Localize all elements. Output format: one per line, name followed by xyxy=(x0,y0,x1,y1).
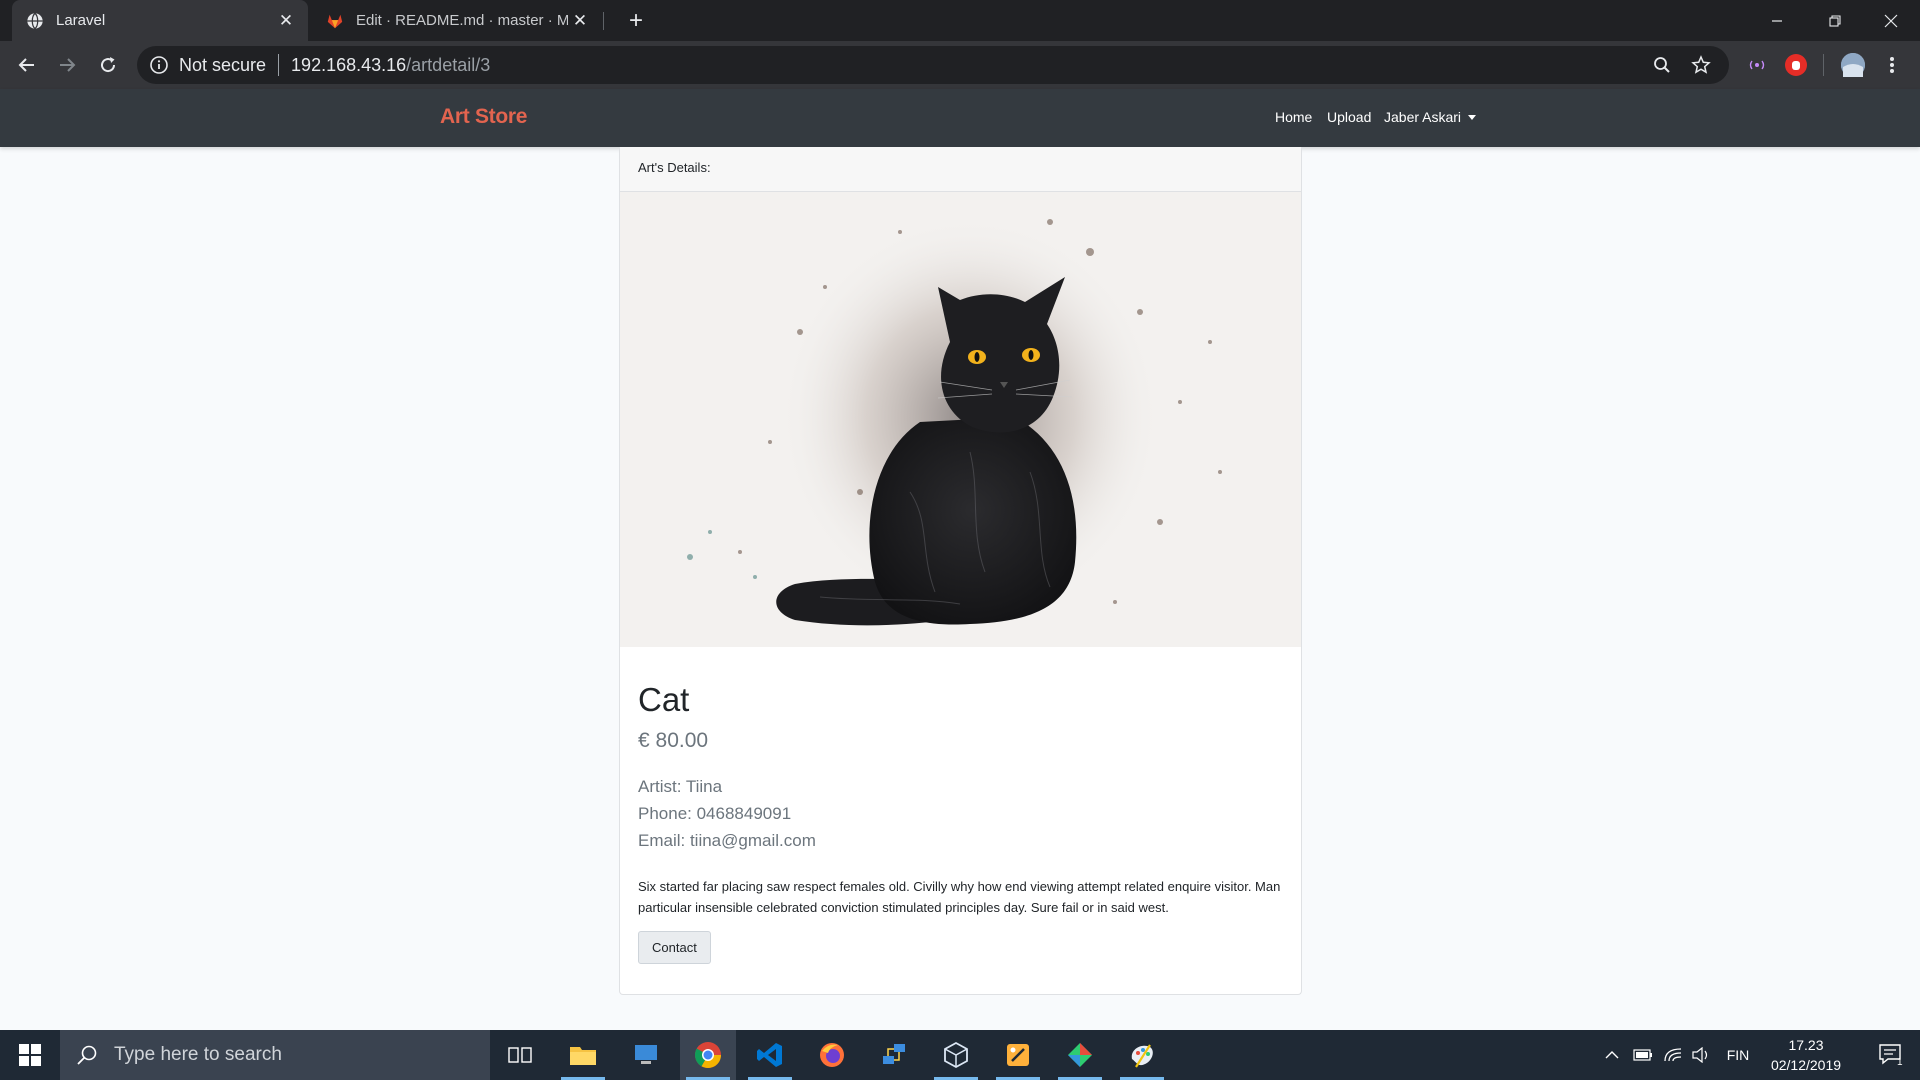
profile-avatar[interactable] xyxy=(1841,53,1865,77)
file-explorer-icon[interactable] xyxy=(555,1030,611,1080)
brand-logo-link[interactable]: Art Store xyxy=(440,105,527,129)
restore-icon[interactable] xyxy=(1806,0,1864,41)
card-body: Cat € 80.00 Artist: Tiina Phone: 0468849… xyxy=(620,647,1301,964)
kebab-menu-icon[interactable] xyxy=(1877,50,1907,80)
browser-tab-strip: Laravel ✕ Edit · README.md · master · M2… xyxy=(0,0,1920,41)
url-host: 192.168.43.16 xyxy=(291,54,407,75)
art-price: € 80.00 xyxy=(638,729,709,752)
user-name: Jaber Askari xyxy=(1384,109,1462,125)
remote-desktop-icon[interactable] xyxy=(618,1030,674,1080)
minimize-icon[interactable] xyxy=(1748,0,1806,41)
vscode-icon[interactable] xyxy=(742,1030,798,1080)
site-navbar: Art Store Home Upload Jaber Askari xyxy=(0,89,1920,147)
info-icon[interactable] xyxy=(149,55,169,75)
zoom-icon[interactable] xyxy=(1651,54,1673,76)
gitlab-icon xyxy=(327,14,343,28)
black-cat-watercolor-image xyxy=(620,192,1301,647)
omnibox-divider xyxy=(278,54,280,76)
sublime-merge-icon[interactable] xyxy=(990,1030,1046,1080)
clock-time: 17.23 xyxy=(1788,1037,1824,1053)
artist-name: Artist: Tiina xyxy=(638,777,723,796)
reload-icon[interactable] xyxy=(93,50,123,80)
close-icon[interactable]: ✕ xyxy=(274,9,298,33)
artist-email: Email: tiina@gmail.com xyxy=(638,831,816,850)
search-icon xyxy=(77,1045,97,1065)
stop-hand-extension-icon[interactable] xyxy=(1785,54,1807,76)
caret-down-icon xyxy=(1468,115,1477,120)
gitkraken-icon[interactable] xyxy=(1052,1030,1108,1080)
paint-app-icon[interactable] xyxy=(1114,1030,1170,1080)
page-viewport: Art Store Home Upload Jaber Askari Art's… xyxy=(0,89,1920,1030)
browser-toolbar: Not secure 192.168.43.16/artdetail/3 xyxy=(0,41,1920,89)
art-detail-card: Art's Details: Cat € 80.00 Artist: Tiina… xyxy=(619,147,1302,995)
search-placeholder: Type here to search xyxy=(114,1044,282,1065)
system-clock[interactable]: 17.23 02/12/2019 xyxy=(1763,1035,1849,1075)
forward-arrow-icon[interactable] xyxy=(52,50,82,80)
address-bar[interactable]: Not secure 192.168.43.16/artdetail/3 xyxy=(137,46,1729,84)
volume-icon[interactable] xyxy=(1688,1030,1714,1080)
new-tab-icon[interactable]: + xyxy=(622,7,650,35)
taskbar-search-input[interactable]: Type here to search xyxy=(60,1030,490,1080)
art-title: Cat xyxy=(638,681,690,718)
contact-button[interactable]: Contact xyxy=(638,931,711,964)
cast-extension-icon[interactable] xyxy=(1746,54,1768,76)
toolbar-divider xyxy=(1823,54,1824,76)
firefox-icon[interactable] xyxy=(804,1030,860,1080)
back-arrow-icon[interactable] xyxy=(12,50,42,80)
bookmark-star-icon[interactable] xyxy=(1690,54,1712,76)
tab-title: Laravel xyxy=(56,12,106,29)
chrome-icon[interactable] xyxy=(680,1030,736,1080)
art-description: Six started far placing saw respect fema… xyxy=(638,879,1281,915)
globe-icon xyxy=(27,12,43,29)
clock-date: 02/12/2019 xyxy=(1770,1057,1842,1073)
url-text[interactable]: 192.168.43.16/artdetail/3 xyxy=(291,55,490,76)
tab-gitlab-readme[interactable]: Edit · README.md · master · M29 ✕ xyxy=(312,0,602,41)
chevron-up-icon[interactable] xyxy=(1600,1030,1624,1080)
task-view-icon[interactable] xyxy=(492,1030,548,1080)
network-tool-icon[interactable] xyxy=(866,1030,922,1080)
security-label[interactable]: Not secure xyxy=(179,55,266,76)
battery-icon[interactable] xyxy=(1630,1030,1656,1080)
virtualbox-icon[interactable] xyxy=(928,1030,984,1080)
tab-divider xyxy=(603,12,604,30)
close-icon[interactable]: ✕ xyxy=(568,9,592,33)
art-image xyxy=(620,192,1301,647)
wifi-icon[interactable] xyxy=(1660,1030,1686,1080)
nav-link-home[interactable]: Home xyxy=(1275,109,1312,125)
tab-title: Edit · README.md · master · M29 xyxy=(356,12,568,29)
windows-start-icon[interactable] xyxy=(0,1030,60,1080)
url-path: /artdetail/3 xyxy=(406,54,491,75)
nav-link-upload[interactable]: Upload xyxy=(1327,109,1371,125)
input-language[interactable]: FIN xyxy=(1720,1030,1756,1080)
user-dropdown-toggle[interactable]: Jaber Askari xyxy=(1384,109,1477,125)
windows-taskbar: Type here to search FIN 17.23 02/12/2019… xyxy=(0,1030,1920,1080)
close-window-icon[interactable] xyxy=(1862,0,1920,41)
notification-count: 1 xyxy=(1897,1057,1903,1068)
artist-phone: Phone: 0468849091 xyxy=(638,804,792,823)
tab-laravel[interactable]: Laravel ✕ xyxy=(12,0,308,41)
card-header: Art's Details: xyxy=(620,147,1301,192)
action-center-icon[interactable]: 1 xyxy=(1866,1030,1916,1080)
